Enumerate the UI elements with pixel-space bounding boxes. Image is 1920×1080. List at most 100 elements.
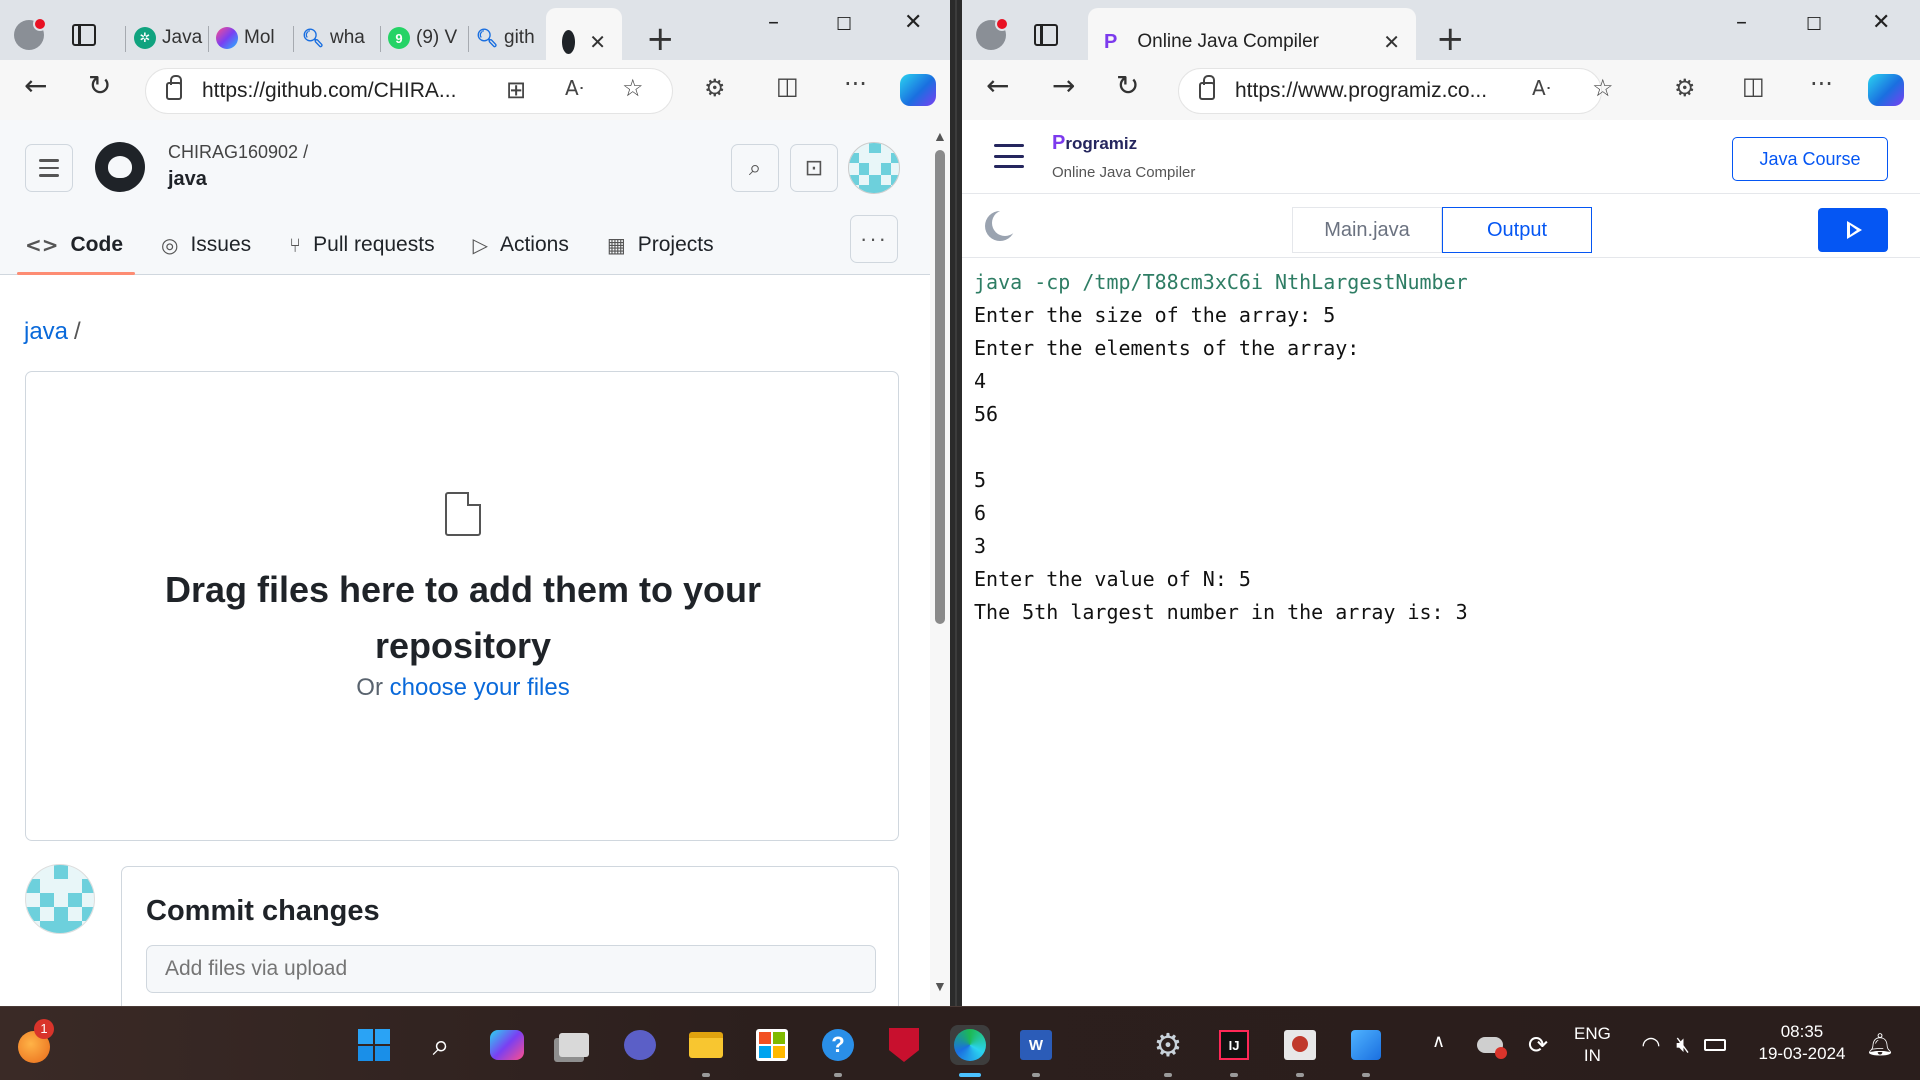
intellij-idea-icon[interactable]: IJ: [1214, 1025, 1254, 1065]
programiz-logo[interactable]: Programiz: [1052, 132, 1137, 155]
tab-main-java[interactable]: Main.java: [1292, 207, 1442, 253]
scroll-up-arrow-icon[interactable]: ▲: [933, 128, 947, 144]
split-screen-icon[interactable]: ◫: [776, 72, 799, 100]
scrollbar-thumb[interactable]: [935, 150, 945, 624]
tab-actions[interactable]: ▷ Actions: [473, 215, 569, 275]
mcafee-shield-icon[interactable]: [884, 1025, 924, 1065]
snipping-tool-icon[interactable]: [1280, 1025, 1320, 1065]
file-explorer-icon[interactable]: [686, 1025, 726, 1065]
tab-whatsapp[interactable]: 9 (9) V: [388, 18, 466, 58]
read-aloud-icon[interactable]: Aᐧ: [1532, 76, 1551, 100]
run-button[interactable]: [1818, 208, 1888, 252]
url-text: https://github.com/CHIRA...: [202, 79, 457, 102]
repo-owner[interactable]: CHIRAG160902 /: [168, 142, 308, 163]
sync-icon[interactable]: ⟳: [1518, 1025, 1558, 1065]
maximize-button[interactable]: ☐: [836, 14, 852, 35]
back-button[interactable]: ←: [24, 72, 47, 100]
commit-message-input[interactable]: [146, 945, 876, 993]
hamburger-menu-button[interactable]: [25, 144, 73, 192]
logo-text: rogramiz: [1065, 134, 1138, 153]
java-course-button[interactable]: Java Course: [1732, 137, 1888, 181]
table-icon: ▦: [606, 233, 626, 257]
vertical-scrollbar[interactable]: ▲ ▼: [930, 120, 950, 1006]
get-help-icon[interactable]: ?: [818, 1025, 858, 1065]
refresh-button[interactable]: ↻: [1116, 72, 1139, 100]
running-indicator: [1296, 1073, 1304, 1077]
tab-gith[interactable]: 🔍︎ gith: [476, 18, 544, 58]
profile-avatar[interactable]: [14, 17, 47, 50]
output-console[interactable]: java -cp /tmp/T88cm3xC6i NthLargestNumbe…: [962, 258, 1920, 1006]
tab-pull-requests[interactable]: ⑂ Pull requests: [289, 215, 434, 275]
close-tab-icon[interactable]: ✕: [589, 30, 606, 55]
search-icon[interactable]: ⌕: [421, 1025, 461, 1065]
tab-projects[interactable]: ▦ Projects: [607, 215, 714, 275]
wifi-icon[interactable]: ◠: [1636, 1025, 1666, 1065]
repo-name[interactable]: java: [168, 168, 207, 191]
address-bar[interactable]: https://github.com/CHIRA...: [145, 68, 673, 114]
lock-icon: [1199, 75, 1215, 100]
notification-bell-icon[interactable]: 🔔︎: [1860, 1025, 1900, 1065]
battery-charging-icon[interactable]: [1700, 1025, 1730, 1065]
close-window-button[interactable]: ✕: [1872, 10, 1890, 35]
windows-start-icon[interactable]: [354, 1025, 394, 1065]
settings-gear-icon[interactable]: ⚙: [1148, 1025, 1188, 1065]
microsoft-store-icon[interactable]: [752, 1025, 792, 1065]
copilot-icon[interactable]: [900, 74, 936, 106]
more-menu-icon[interactable]: ···: [844, 70, 867, 98]
clock[interactable]: 08:35 19-03-2024: [1754, 1021, 1850, 1065]
refresh-button[interactable]: ↻: [88, 72, 111, 100]
edge-browser-icon[interactable]: [950, 1025, 990, 1065]
onedrive-error-icon[interactable]: [1470, 1025, 1510, 1065]
hamburger-menu-button[interactable]: [994, 144, 1024, 168]
close-window-button[interactable]: ✕: [904, 10, 922, 35]
file-drop-zone[interactable]: Drag files here to add them to your repo…: [25, 371, 899, 841]
input-language[interactable]: ENG IN: [1574, 1023, 1611, 1067]
profile-avatar[interactable]: [976, 17, 1009, 50]
copilot-icon[interactable]: [1868, 74, 1904, 106]
scroll-down-arrow-icon[interactable]: ▼: [933, 978, 947, 994]
search-button[interactable]: ⌕: [731, 144, 779, 192]
tab-code[interactable]: <> Code: [16, 215, 136, 275]
logo-p: P: [1052, 132, 1066, 154]
tab-issues[interactable]: ◎ Issues: [161, 215, 251, 275]
favorite-star-icon[interactable]: ☆: [1592, 74, 1614, 102]
tab-wha[interactable]: 🔍︎ wha: [302, 18, 378, 58]
close-tab-icon[interactable]: ✕: [1383, 30, 1400, 55]
workspaces-icon[interactable]: [72, 24, 96, 46]
split-screen-icon[interactable]: ◫: [1742, 72, 1765, 100]
choose-files-link[interactable]: choose your files: [390, 674, 570, 701]
user-avatar[interactable]: [848, 142, 900, 194]
photos-icon[interactable]: [1346, 1025, 1386, 1065]
extensions-icon[interactable]: ⚙: [704, 74, 726, 102]
back-button[interactable]: ←: [986, 72, 1009, 100]
show-hidden-icons-chevron-icon[interactable]: ∧: [1432, 1031, 1445, 1053]
copilot-pre-icon[interactable]: [487, 1025, 527, 1065]
extensions-icon[interactable]: ⚙: [1674, 74, 1696, 102]
workspaces-icon[interactable]: [1034, 24, 1058, 46]
favorite-star-icon[interactable]: ☆: [622, 74, 644, 102]
read-aloud-icon[interactable]: Aᐧ: [565, 76, 584, 100]
copilot-swirl-icon: [216, 27, 238, 49]
app-available-icon[interactable]: ⊞: [506, 76, 526, 104]
volume-muted-icon[interactable]: 🔇︎: [1668, 1025, 1698, 1065]
more-menu-icon[interactable]: ···: [1810, 70, 1833, 98]
tab-output[interactable]: Output: [1442, 207, 1592, 253]
minimize-button[interactable]: –: [768, 10, 779, 35]
dark-mode-moon-icon[interactable]: [992, 210, 1018, 236]
forward-button[interactable]: →: [1052, 72, 1075, 100]
new-tab-button[interactable]: +: [646, 22, 675, 56]
more-tabs-button[interactable]: ···: [850, 215, 898, 263]
tab-java-chat[interactable]: ✲ Java: [134, 18, 204, 58]
maximize-button[interactable]: ☐: [1806, 14, 1822, 35]
new-tab-button[interactable]: +: [1436, 22, 1465, 56]
snap-divider[interactable]: [950, 0, 962, 1006]
inbox-button[interactable]: ⊡: [790, 144, 838, 192]
running-indicator: [1362, 1073, 1370, 1077]
tab-mol[interactable]: Mol: [216, 18, 290, 58]
chat-app-icon[interactable]: [620, 1025, 660, 1065]
minimize-button[interactable]: –: [1736, 10, 1747, 35]
word-icon[interactable]: W: [1016, 1025, 1056, 1065]
breadcrumb-repo-link[interactable]: java: [24, 318, 68, 345]
task-view-icon[interactable]: [554, 1025, 594, 1065]
github-logo-icon[interactable]: [95, 142, 145, 192]
